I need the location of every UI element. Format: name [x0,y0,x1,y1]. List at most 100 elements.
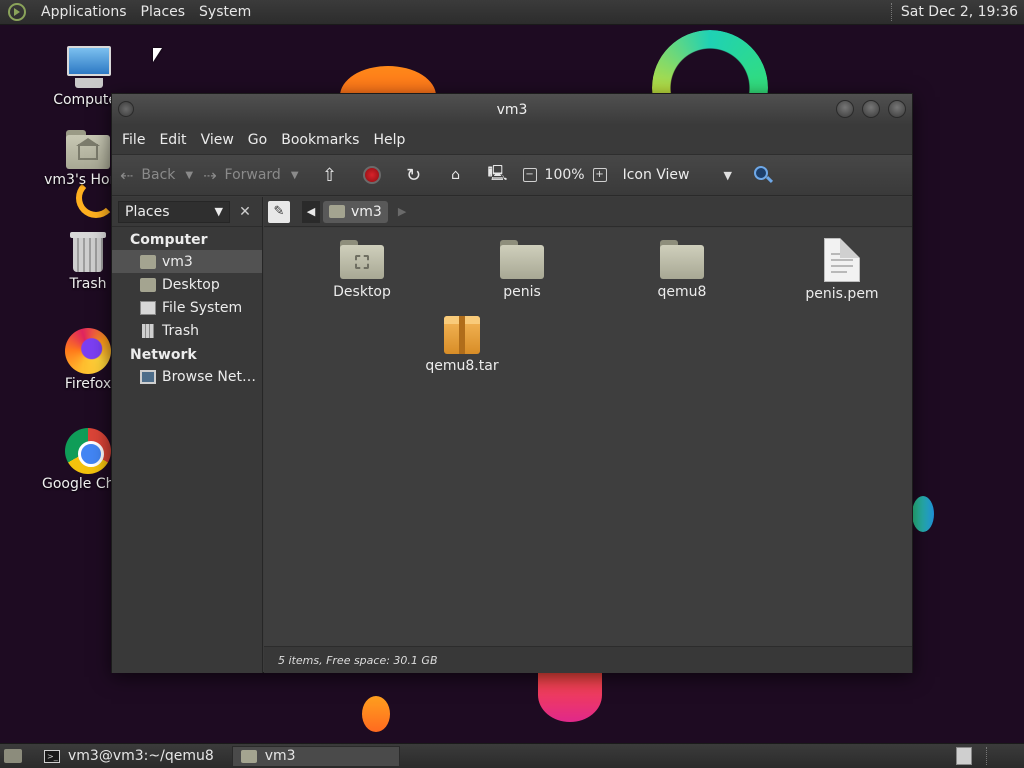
computer-icon[interactable]: 🖳 [487,164,509,186]
computer-icon [65,46,111,90]
sidebar-pane-select[interactable]: Places ▼ [118,200,230,223]
back-label: Back [141,167,176,183]
folder-icon [240,749,257,763]
forward-history-dropdown-icon[interactable]: ▼ [291,170,299,181]
mouse-cursor-icon [153,48,162,62]
file-name: qemu8 [657,284,707,300]
home-folder-icon [66,130,110,170]
sidebar-item-trash[interactable]: Trash [112,319,262,342]
menu-go[interactable]: Go [241,132,274,148]
path-scroll-right-icon[interactable]: ▶ [398,205,406,218]
breadcrumb-vm3[interactable]: vm3 [323,200,388,223]
search-icon[interactable] [752,164,774,186]
sidebar-item-label: vm3 [162,253,193,270]
close-button[interactable] [888,100,906,118]
sidebar-item-desktop[interactable]: Desktop [112,273,262,296]
forward-button[interactable]: ⇢ Forward ▼ [203,166,298,185]
clock[interactable]: Sat Dec 2, 19:36 [901,4,1024,20]
home-folder-icon [140,254,156,269]
system-menu[interactable]: System [192,4,258,20]
status-text: 5 items, Free space: 30.1 GB [278,653,438,667]
menu-help[interactable]: Help [366,132,412,148]
home-folder-icon [329,205,345,218]
back-arrow-icon: ⇠ [120,165,134,185]
zoom-in-icon[interactable]: + [592,168,607,182]
file-name: penis.pem [805,286,879,302]
home-icon[interactable]: ⌂ [445,164,467,186]
sidebar-item-label: File System [162,299,243,316]
places-menu[interactable]: Places [134,4,193,20]
up-arrow-icon[interactable]: ⇧ [319,164,341,186]
file-item-qemu8[interactable]: qemu8 [612,240,752,300]
edit-location-icon[interactable]: ✎ [268,200,290,223]
reload-icon[interactable]: ↻ [403,164,425,186]
zoom-level[interactable]: 100% [545,167,585,183]
folder-icon [500,240,544,280]
archive-icon [444,316,480,354]
breadcrumb-label: vm3 [351,203,382,220]
window-titlebar[interactable]: vm3 [112,94,912,125]
task-label: vm3 [264,748,296,764]
drive-icon [140,300,156,315]
stop-icon[interactable] [361,164,383,186]
window-menu-icon[interactable] [118,101,134,117]
sidebar-header: Places ▼ ✕ [112,197,262,227]
file-item-qemu8-tar[interactable]: qemu8.tar [392,316,532,374]
forward-arrow-icon: ⇢ [203,165,217,185]
file-item-desktop[interactable]: Desktop [292,240,432,300]
sidebar-group-network: Network [130,347,197,363]
network-icon [140,369,156,384]
chrome-icon [65,428,111,474]
file-item-penis[interactable]: penis [452,240,592,300]
menubar: File Edit View Go Bookmarks Help [112,125,912,154]
file-view[interactable]: Desktop penis qemu8 penis.pem qemu8.tar [264,228,912,646]
view-mode-select[interactable]: Icon View ▼ [623,167,732,183]
task-label: vm3@vm3:~/qemu8 [68,748,214,764]
chevron-down-icon: ▼ [214,205,223,218]
close-icon[interactable]: ✕ [234,204,256,220]
path-scroll-left-icon[interactable]: ◀ [302,200,320,223]
distro-logo-icon[interactable] [8,3,26,21]
menu-edit[interactable]: Edit [152,132,193,148]
task-terminal[interactable]: >_ vm3@vm3:~/qemu8 [36,746,222,767]
workspace-1[interactable] [956,747,972,765]
sidebar-item-browse-network[interactable]: Browse Net… [112,365,262,388]
view-mode-label: Icon View [622,167,690,183]
trash-icon [142,323,154,338]
chevron-down-icon: ▼ [723,168,732,182]
applications-menu[interactable]: Applications [34,4,134,20]
menu-file[interactable]: File [115,132,152,148]
document-icon [824,238,860,282]
task-file-manager[interactable]: vm3 [231,745,400,767]
location-bar: ✎ ◀ vm3 ▶ [264,197,912,227]
show-desktop-icon[interactable] [4,749,22,763]
folder-icon [660,240,704,280]
forward-label: Forward [224,167,281,183]
sidebar-item-file-system[interactable]: File System [112,296,262,319]
bottom-panel: >_ vm3@vm3:~/qemu8 vm3 [0,743,1024,768]
file-manager-window: vm3 File Edit View Go Bookmarks Help ⇠ B… [111,93,913,673]
sidebar: Places ▼ ✕ Computer vm3 Desktop File Sys… [112,197,263,673]
back-button[interactable]: ⇠ Back ▼ [120,166,193,185]
sidebar-item-label: Browse Net… [162,368,257,385]
sidebar-group-computer: Computer [130,232,208,248]
wallpaper-pink-blob [538,668,602,722]
menu-bookmarks[interactable]: Bookmarks [274,132,366,148]
zoom-out-icon[interactable]: − [522,168,537,182]
panel-separator [890,3,895,21]
back-history-dropdown-icon[interactable]: ▼ [185,170,193,181]
trash-icon [70,230,106,274]
workspace-2[interactable] [986,747,1016,765]
terminal-icon: >_ [44,749,60,763]
sidebar-item-vm3[interactable]: vm3 [112,250,262,273]
firefox-icon [65,328,111,374]
sidebar-item-label: Trash [162,322,199,339]
minimize-button[interactable] [836,100,854,118]
folder-icon [140,277,156,292]
window-title: vm3 [496,101,528,118]
menu-view[interactable]: View [194,132,241,148]
file-item-penis-pem[interactable]: penis.pem [772,238,912,302]
maximize-button[interactable] [862,100,880,118]
sidebar-pane-label: Places [125,203,170,220]
wallpaper-small-blob [362,696,390,732]
